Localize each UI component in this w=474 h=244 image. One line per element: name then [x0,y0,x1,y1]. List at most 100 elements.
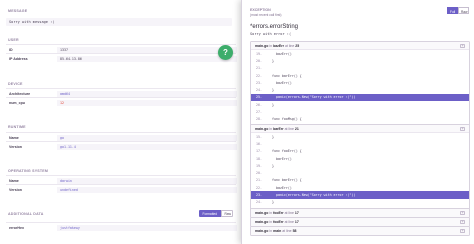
frame-function: fooErr [273,211,284,216]
raw-toggle[interactable]: Raw [458,7,469,14]
kv-row: ID 1337 [6,44,237,53]
help-button[interactable]: ? [218,45,233,60]
user-table: ID 1337 IP Address 85.64.13.86 [6,44,237,63]
line-number: 19. [256,51,262,56]
expand-icon[interactable]: + [460,210,465,216]
kv-value: undefined [57,186,237,194]
kv-row: num_cpu 12 [6,97,237,107]
code-string: "Sorry with error :(" [309,193,352,198]
line-number: 15. [256,134,262,139]
frame-header[interactable]: main.go in barErr at line 21 + [251,125,469,133]
kv-key: num_cpu [9,101,25,106]
line-number: 26. [256,102,262,107]
frame-function: barErr [273,127,284,132]
expand-icon[interactable]: + [460,228,465,234]
code-line: 20. [251,169,469,176]
expand-icon[interactable]: + [460,219,465,225]
code-line: 15.} [251,133,469,140]
line-number: 16. [256,141,262,146]
kv-row: Architecture amd64 [6,88,237,97]
code-line: 22. func barErr() { [251,72,469,79]
code-line: 19. bazErr() [251,50,469,57]
code-line: 27. [251,108,469,115]
frame-header[interactable]: main.go in main at line 58 + [251,227,469,235]
code-text: } [272,58,274,63]
kv-row: Version go1.11.4 [6,141,237,151]
code-text: } [272,200,274,205]
code-line: 18. barErr() [251,155,469,162]
code-text: bazErr() [272,185,292,190]
most-recent-note: (most recent call first) [250,12,282,17]
os-table: Name darwin Version undefined [6,175,237,194]
message-section-title: MESSAGE [8,9,28,13]
exception-type: *errors.errorString [250,24,299,30]
frame-header[interactable]: main.go in fooErr at line 17 + [251,209,469,217]
stack-frame[interactable]: main.go in main at line 58 + [250,226,470,236]
code-text: } [272,102,274,107]
frame-at-word: at line [283,127,295,132]
raw-toggle[interactable]: Raw [221,209,233,217]
line-number: 19. [256,163,262,168]
exception-section-title: EXCEPTION [250,8,271,12]
line-number: 24. [256,88,262,93]
full-toggle[interactable]: Full [447,7,458,14]
code-text: panic(errors.New("Sorry with error :(")) [272,193,356,198]
frame-at-word: at line [284,44,296,49]
kv-row: errorHex justfakewy [6,222,237,231]
line-number: 17. [256,149,262,154]
line-number: 20. [256,171,262,176]
expand-icon[interactable]: + [460,126,465,132]
frame-line: 17 [294,220,299,225]
os-section-title: OPERATING SYSTEM [8,169,49,173]
frame-header[interactable]: main.go in bazErr at line 25 + [251,42,469,50]
frame-line: 58 [292,229,297,234]
kv-row: Version undefined [6,184,237,194]
frame-file: main.go [255,229,269,234]
code-line: 17. func fooErr() { [251,148,469,155]
kv-key: Name [9,179,19,183]
stack-frame[interactable]: main.go in barErr at line 21 +15.} 16. 17. f… [250,124,470,215]
kv-row: Name go [6,132,237,141]
kv-value: 1337 [57,46,237,53]
code-line: 20.} [251,57,469,64]
code-line: 21. [251,65,469,72]
expand-icon[interactable]: + [460,43,465,49]
formatted-toggle[interactable]: Formatted [199,209,221,217]
additional-table: errorHex justfakewy [6,222,237,231]
frame-function: fooErr [273,220,284,225]
frame-file: main.go [255,211,269,216]
kv-key: Name [9,136,19,140]
runtime-section-title: RUNTIME [8,125,26,129]
frame-line: 17 [294,211,299,216]
device-section-title: DEVICE [8,82,23,86]
code-text: func barErr() { [272,178,302,183]
kv-value: amd64 [57,90,237,97]
code-text: panic(errors.New("Sorry with error :(")) [272,95,356,100]
exception-value: Sorry with error :( [250,31,292,36]
line-number: 27. [256,110,262,115]
line-number: 25. [256,95,262,100]
frame-header[interactable]: main.go in fooErr at line 17 + [251,218,469,226]
code-line-active: 23. panic(errors.New("Sorry with error :… [251,191,469,199]
code-string: "Sorry with error :(" [309,95,352,100]
code-line: 22. bazErr() [251,184,469,191]
frame-file: main.go [255,44,269,49]
code-text: barErr() [272,156,292,161]
message-value: Sorry with message :( [6,18,232,26]
code-line: 23. bazErr() [251,79,469,86]
kv-key: errorHex [9,226,24,230]
additional-section-title: ADDITIONAL DATA [8,212,44,216]
code-text: bazErr() [272,51,292,56]
code-line: 19.} [251,162,469,169]
event-details: MESSAGE Sorry with message :( USER ID 133… [0,0,241,244]
frame-file: main.go [255,220,269,225]
line-number: 21. [256,178,262,183]
kv-key: Version [9,188,22,193]
code-line-active: 25. panic(errors.New("Sorry with error :… [251,93,469,102]
code-text: } [272,134,274,139]
kv-key: ID [9,48,13,52]
kv-row: Name darwin [6,175,237,184]
kv-value: 85.64.13.86 [57,55,237,63]
kv-value: 12 [57,99,237,107]
code-line: 28. func fooMsg() { [251,116,469,123]
